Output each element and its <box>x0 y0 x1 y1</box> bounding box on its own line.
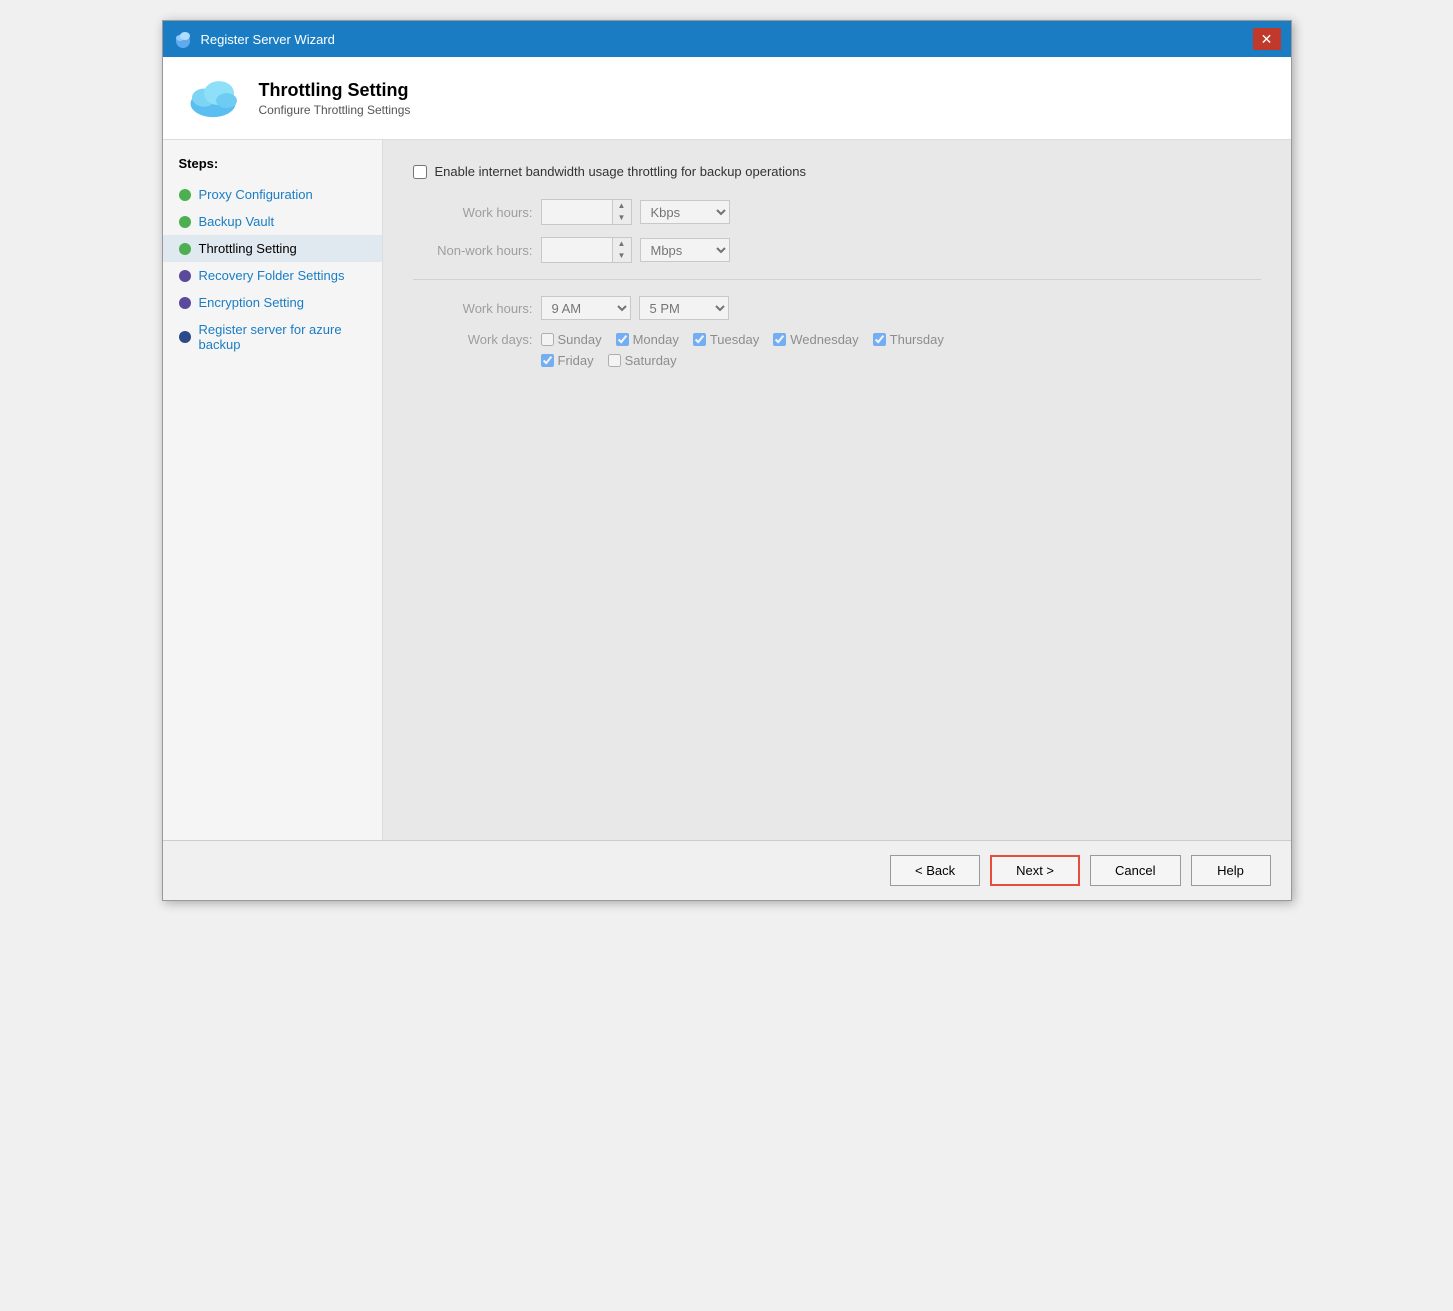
dot-proxy <box>179 189 191 201</box>
cloud-icon <box>183 73 243 123</box>
work-hours-spin-down[interactable]: ▼ <box>613 212 631 224</box>
non-work-hours-spin-up[interactable]: ▲ <box>613 238 631 250</box>
day-tuesday: Tuesday <box>693 332 759 347</box>
content-area: Enable internet bandwidth usage throttli… <box>383 140 1291 840</box>
steps-label: Steps: <box>163 156 382 181</box>
sidebar: Steps: Proxy Configuration Backup Vault … <box>163 140 383 840</box>
sidebar-item-recovery[interactable]: Recovery Folder Settings <box>163 262 382 289</box>
work-days-label: Work days: <box>413 332 533 347</box>
help-button[interactable]: Help <box>1191 855 1271 886</box>
header-section: Throttling Setting Configure Throttling … <box>163 57 1291 140</box>
non-work-hours-bandwidth-label: Non-work hours: <box>413 243 533 258</box>
title-bar-left: Register Server Wizard <box>173 29 335 49</box>
sidebar-item-register[interactable]: Register server for azure backup <box>163 316 382 358</box>
day-monday-checkbox[interactable] <box>616 333 629 346</box>
day-wednesday: Wednesday <box>773 332 858 347</box>
header-text: Throttling Setting Configure Throttling … <box>259 80 411 117</box>
non-work-hours-input-wrap: 1023.0 ▲ ▼ <box>541 237 632 263</box>
day-tuesday-label: Tuesday <box>710 332 759 347</box>
day-sunday-checkbox[interactable] <box>541 333 554 346</box>
day-sunday: Sunday <box>541 332 602 347</box>
title-bar-text: Register Server Wizard <box>201 32 335 47</box>
wizard-window: Register Server Wizard ✕ Throttling Sett… <box>162 20 1292 901</box>
day-friday-checkbox[interactable] <box>541 354 554 367</box>
day-saturday-label: Saturday <box>625 353 677 368</box>
day-tuesday-checkbox[interactable] <box>693 333 706 346</box>
days-line-1: Sunday Monday Tuesday <box>541 332 944 347</box>
sidebar-label-proxy: Proxy Configuration <box>199 187 313 202</box>
day-sunday-label: Sunday <box>558 332 602 347</box>
sidebar-item-proxy[interactable]: Proxy Configuration <box>163 181 382 208</box>
work-days-row: Work days: Sunday Monday <box>413 332 1261 368</box>
work-hours-bandwidth-row: Work hours: 256.0 ▲ ▼ Kbps Mbps Gbps <box>413 199 1261 225</box>
work-hours-spin-up[interactable]: ▲ <box>613 200 631 212</box>
work-time-end-select[interactable]: 4 PM 5 PM 6 PM 7 PM <box>639 296 729 320</box>
non-work-hours-spin-down[interactable]: ▼ <box>613 250 631 262</box>
page-title: Throttling Setting <box>259 80 411 101</box>
day-saturday: Saturday <box>608 353 677 368</box>
day-thursday: Thursday <box>873 332 944 347</box>
next-button[interactable]: Next > <box>990 855 1080 886</box>
day-monday-label: Monday <box>633 332 679 347</box>
enable-row: Enable internet bandwidth usage throttli… <box>413 164 1261 179</box>
title-bar: Register Server Wizard ✕ <box>163 21 1291 57</box>
day-friday-label: Friday <box>558 353 594 368</box>
work-hours-unit-select[interactable]: Kbps Mbps Gbps <box>640 200 730 224</box>
throttle-settings-group: Work hours: 256.0 ▲ ▼ Kbps Mbps Gbps <box>413 199 1261 368</box>
main-content: Steps: Proxy Configuration Backup Vault … <box>163 140 1291 840</box>
sidebar-label-backup-vault: Backup Vault <box>199 214 275 229</box>
page-subtitle: Configure Throttling Settings <box>259 103 411 117</box>
close-button[interactable]: ✕ <box>1253 28 1281 50</box>
back-button[interactable]: < Back <box>890 855 980 886</box>
sidebar-label-encryption: Encryption Setting <box>199 295 305 310</box>
day-friday: Friday <box>541 353 594 368</box>
cancel-button[interactable]: Cancel <box>1090 855 1180 886</box>
enable-throttle-label: Enable internet bandwidth usage throttli… <box>435 164 806 179</box>
work-hours-bandwidth-label: Work hours: <box>413 205 533 220</box>
sidebar-label-register: Register server for azure backup <box>199 322 366 352</box>
non-work-hours-spinners: ▲ ▼ <box>612 238 631 262</box>
days-column: Sunday Monday Tuesday <box>541 332 944 368</box>
sidebar-item-throttling[interactable]: Throttling Setting <box>163 235 382 262</box>
non-work-hours-bandwidth-row: Non-work hours: 1023.0 ▲ ▼ Kbps Mbps Gbp… <box>413 237 1261 263</box>
dot-register <box>179 331 191 343</box>
day-thursday-label: Thursday <box>890 332 944 347</box>
app-icon <box>173 29 193 49</box>
non-work-hours-input[interactable]: 1023.0 <box>542 238 612 262</box>
non-work-hours-unit-select[interactable]: Kbps Mbps Gbps <box>640 238 730 262</box>
dot-encryption <box>179 297 191 309</box>
work-time-start-select[interactable]: 7 AM 8 AM 9 AM 10 AM 11 AM <box>541 296 631 320</box>
work-hours-time-row: Work hours: 7 AM 8 AM 9 AM 10 AM 11 AM 4… <box>413 296 1261 320</box>
divider <box>413 279 1261 280</box>
day-wednesday-checkbox[interactable] <box>773 333 786 346</box>
work-hours-time-label: Work hours: <box>413 301 533 316</box>
dot-backup-vault <box>179 216 191 228</box>
work-hours-spinners: ▲ ▼ <box>612 200 631 224</box>
day-monday: Monday <box>616 332 679 347</box>
day-saturday-checkbox[interactable] <box>608 354 621 367</box>
days-line-2: Friday Saturday <box>541 353 944 368</box>
sidebar-label-recovery: Recovery Folder Settings <box>199 268 345 283</box>
sidebar-item-backup-vault[interactable]: Backup Vault <box>163 208 382 235</box>
day-wednesday-label: Wednesday <box>790 332 858 347</box>
dot-throttling <box>179 243 191 255</box>
sidebar-label-throttling: Throttling Setting <box>199 241 297 256</box>
work-hours-input[interactable]: 256.0 <box>542 200 612 224</box>
dot-recovery <box>179 270 191 282</box>
enable-throttle-checkbox[interactable] <box>413 165 427 179</box>
work-hours-input-wrap: 256.0 ▲ ▼ <box>541 199 632 225</box>
day-thursday-checkbox[interactable] <box>873 333 886 346</box>
footer: < Back Next > Cancel Help <box>163 840 1291 900</box>
sidebar-item-encryption[interactable]: Encryption Setting <box>163 289 382 316</box>
